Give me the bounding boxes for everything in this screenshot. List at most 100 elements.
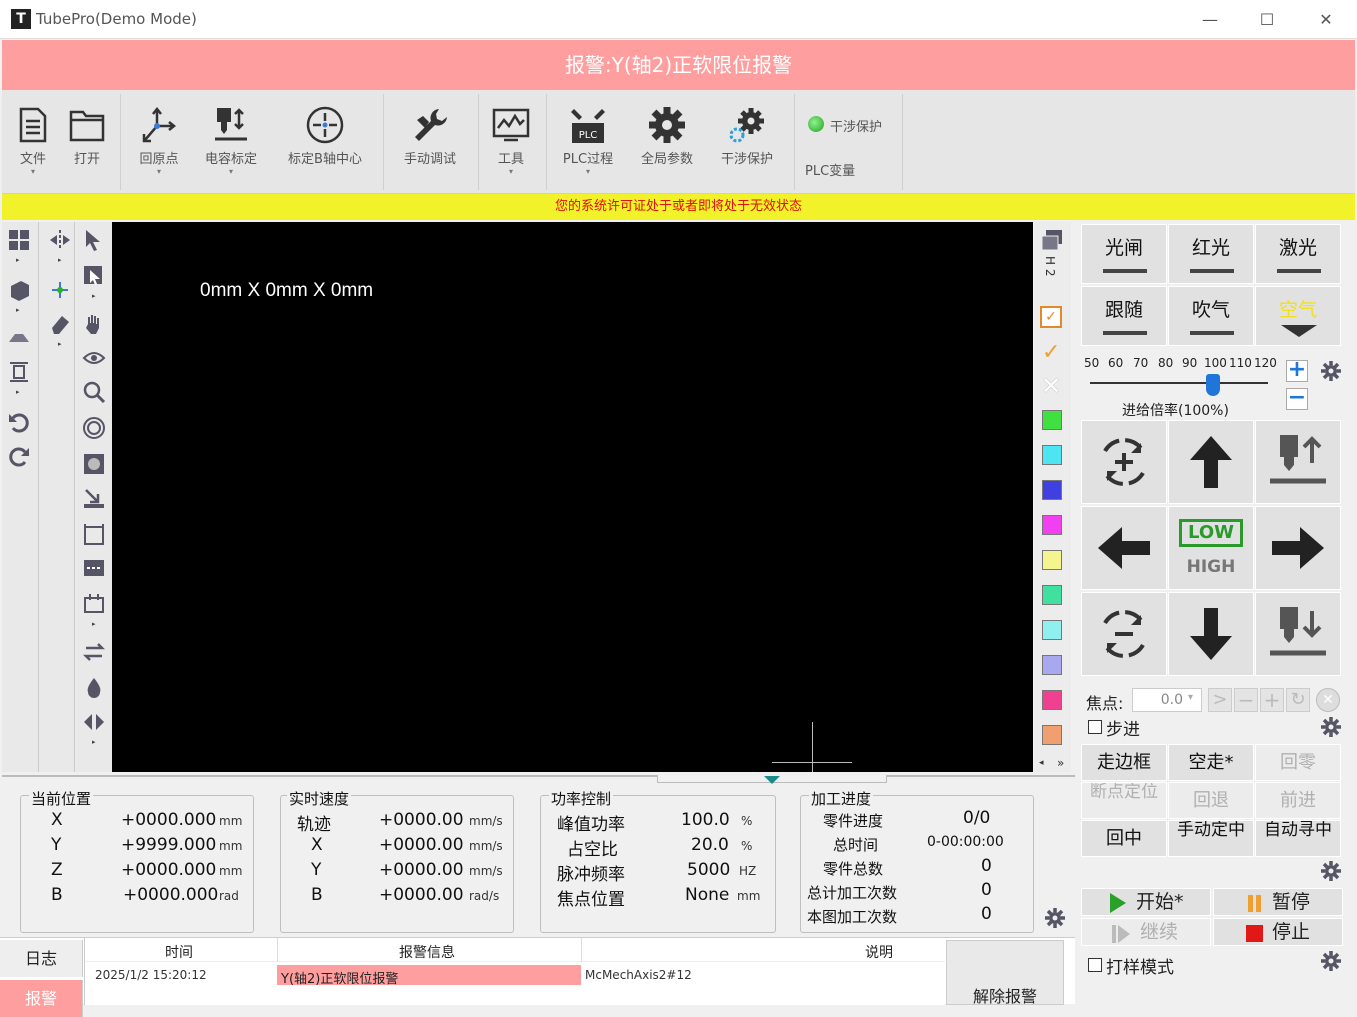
rotate-plus-button[interactable] <box>1081 420 1167 504</box>
manual-center-button[interactable]: 手动定中 <box>1168 820 1254 857</box>
sample-settings-gear-icon[interactable] <box>1320 950 1342 972</box>
return-center-button[interactable]: 回中 <box>1081 820 1167 857</box>
b-axis-center-button[interactable]: 标定B轴中心 <box>280 102 370 167</box>
clear-alarm-button[interactable]: 解除报警 <box>946 940 1064 1005</box>
drawing-canvas[interactable] <box>112 222 1033 772</box>
focus-minus-button[interactable]: − <box>1234 688 1258 712</box>
layer-swatch[interactable] <box>1042 480 1062 500</box>
lead-line-icon[interactable] <box>80 554 108 582</box>
cube-icon[interactable] <box>5 276 33 304</box>
frame-icon[interactable] <box>80 520 108 548</box>
layer-swatch[interactable] <box>1042 550 1062 570</box>
red-light-button[interactable]: 红光 <box>1168 224 1254 284</box>
sort-icon[interactable] <box>80 484 108 512</box>
feed-rate-minus-button[interactable]: − <box>1286 387 1308 410</box>
cross-icon[interactable]: ✕ <box>1041 372 1061 400</box>
stop-button[interactable]: 停止 <box>1213 918 1343 946</box>
plc-process-button[interactable]: PLC PLC过程 ▾ <box>556 102 620 177</box>
layer-swatch[interactable] <box>1042 655 1062 675</box>
file-button[interactable]: 文件 ▾ <box>10 102 56 177</box>
start-button[interactable]: 开始* <box>1081 888 1211 916</box>
status-settings-gear-icon[interactable] <box>1044 907 1066 929</box>
manual-debug-button[interactable]: 手动调试 <box>396 102 464 167</box>
resume-button[interactable]: 继续 <box>1081 918 1211 946</box>
jog-up-button[interactable] <box>1168 420 1254 504</box>
chevron-down-icon[interactable]: ▾ <box>1188 692 1193 703</box>
minimize-button[interactable]: — <box>1198 8 1222 32</box>
align-icon[interactable] <box>5 358 33 386</box>
zoom-icon[interactable] <box>80 378 108 406</box>
open-button[interactable]: 打开 <box>64 102 110 167</box>
step-checkbox[interactable] <box>1088 720 1102 734</box>
tab-alarm[interactable]: 报警 <box>0 980 83 1017</box>
node-edit-icon[interactable] <box>46 276 74 304</box>
select-box-icon[interactable] <box>80 262 108 290</box>
advance-button[interactable]: 前进 <box>1255 782 1341 819</box>
sample-mode-checkbox[interactable] <box>1088 958 1102 972</box>
checkbox-icon[interactable]: ✓ <box>1040 306 1062 328</box>
auto-center-button[interactable]: 自动寻中 <box>1255 820 1341 857</box>
swap-direction-icon[interactable] <box>80 638 108 666</box>
layer-swatch[interactable] <box>1042 410 1062 430</box>
layer-swatch[interactable] <box>1042 620 1062 640</box>
focus-plus-button[interactable]: + <box>1260 688 1284 712</box>
tools-button[interactable]: 工具 ▾ <box>486 102 536 177</box>
jog-down-button[interactable] <box>1168 592 1254 676</box>
z-down-button[interactable] <box>1255 592 1341 676</box>
settings-gear-icon[interactable] <box>1320 360 1342 382</box>
air-button[interactable]: 空气 <box>1255 286 1341 346</box>
focus-clear-button[interactable]: ✕ <box>1316 688 1340 712</box>
maximize-button[interactable]: ☐ <box>1255 8 1279 32</box>
eye-icon[interactable] <box>80 344 108 372</box>
layer-swatch[interactable] <box>1042 515 1062 535</box>
breakpoint-locate-button[interactable]: 断点定位 <box>1081 782 1167 819</box>
speed-toggle-button[interactable]: LOW HIGH <box>1168 506 1254 590</box>
table-row[interactable]: 2025/1/2 15:20:12 Y(轴2)正软限位报警 McMechAxis… <box>85 964 945 987</box>
pause-button[interactable]: 暂停 <box>1213 888 1343 916</box>
jog-right-button[interactable] <box>1255 506 1341 590</box>
frame-trace-button[interactable]: 走边框 <box>1081 744 1167 781</box>
layer-swatch[interactable] <box>1042 690 1062 710</box>
laser-button[interactable]: 激光 <box>1255 224 1341 284</box>
focus-refresh-button[interactable]: ↻ <box>1286 688 1310 712</box>
micro-joint-icon[interactable] <box>80 590 108 618</box>
bridge-icon[interactable] <box>80 708 108 736</box>
retreat-button[interactable]: 回退 <box>1168 782 1254 819</box>
layer-swatch[interactable] <box>1042 445 1062 465</box>
feed-rate-track[interactable] <box>1090 382 1268 384</box>
layers-icon[interactable] <box>1040 228 1064 258</box>
drop-icon[interactable] <box>80 674 108 702</box>
gate-button[interactable]: 光闸 <box>1081 224 1167 284</box>
collapse-arrow-icon[interactable] <box>764 776 780 784</box>
rotate-minus-button[interactable] <box>1081 592 1167 676</box>
home-button[interactable]: 回原点 ▾ <box>130 102 188 177</box>
step-settings-gear-icon[interactable] <box>1320 716 1342 738</box>
check-icon[interactable]: ✓ <box>1042 340 1060 365</box>
rotate-left-icon[interactable] <box>5 408 33 436</box>
process-settings-gear-icon[interactable] <box>1320 860 1342 882</box>
capacitance-calibration-button[interactable]: 电容标定 ▾ <box>198 102 264 177</box>
blow-button[interactable]: 吹气 <box>1168 286 1254 346</box>
close-button[interactable]: ✕ <box>1314 8 1338 32</box>
mirror-icon[interactable] <box>46 226 74 254</box>
follow-button[interactable]: 跟随 <box>1081 286 1167 346</box>
return-zero-button[interactable]: 回零 <box>1255 744 1341 781</box>
global-params-button[interactable]: 全局参数 <box>632 102 702 167</box>
layer-icon[interactable] <box>5 324 33 352</box>
eraser-icon[interactable] <box>46 310 74 338</box>
fill-shape-icon[interactable] <box>80 450 108 478</box>
z-up-button[interactable] <box>1255 420 1341 504</box>
select-arrow-icon[interactable] <box>80 226 108 254</box>
interference-protection-button[interactable]: 干涉保护 <box>712 102 782 167</box>
grid-view-icon[interactable] <box>5 226 33 254</box>
feed-rate-thumb[interactable] <box>1206 374 1220 396</box>
dry-run-button[interactable]: 空走* <box>1168 744 1254 781</box>
plc-vars-button[interactable]: PLC变量 <box>805 160 855 179</box>
layer-swatch[interactable] <box>1042 725 1062 745</box>
expand-down-icon[interactable]: » <box>1057 756 1064 770</box>
scroll-left-icon[interactable]: ◂ <box>1039 758 1044 768</box>
focus-next-button[interactable]: > <box>1208 688 1232 712</box>
tab-log[interactable]: 日志 <box>0 940 83 977</box>
layer-swatch[interactable] <box>1042 585 1062 605</box>
jog-left-button[interactable] <box>1081 506 1167 590</box>
